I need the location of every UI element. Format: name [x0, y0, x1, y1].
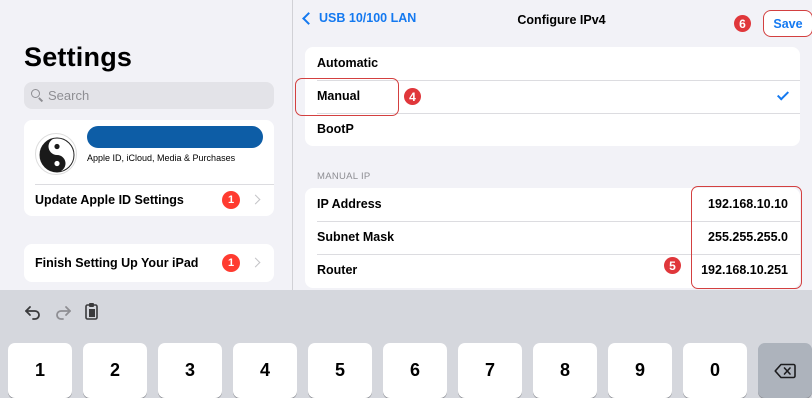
field-label: Router — [317, 263, 358, 277]
option-label: BootP — [317, 122, 354, 136]
finish-setup-label: Finish Setting Up Your iPad — [35, 256, 199, 270]
section-header: MANUAL IP — [317, 171, 371, 182]
search-icon — [31, 89, 44, 102]
navigation-bar: USB 10/100 LAN Configure IPv4 6 Save — [293, 0, 812, 40]
router-row[interactable]: Router 192.168.10.251 — [305, 254, 800, 287]
finish-setup-row[interactable]: Finish Setting Up Your iPad 1 — [24, 244, 274, 282]
ip-address-value[interactable]: 192.168.10.10 — [708, 197, 788, 211]
ip-address-row[interactable]: IP Address 192.168.10.10 — [305, 188, 800, 221]
search-field[interactable]: Search — [24, 82, 274, 109]
field-label: IP Address — [317, 197, 382, 211]
option-bootp[interactable]: BootP — [305, 113, 800, 146]
apple-id-card: Apple ID, iCloud, Media & Purchases Upda… — [24, 120, 274, 216]
delete-key[interactable] — [758, 343, 812, 398]
key-6[interactable]: 6 — [383, 343, 447, 398]
key-4[interactable]: 4 — [233, 343, 297, 398]
key-7[interactable]: 7 — [458, 343, 522, 398]
key-3[interactable]: 3 — [158, 343, 222, 398]
key-8[interactable]: 8 — [533, 343, 597, 398]
annotation-marker-4: 4 — [404, 88, 421, 105]
key-0[interactable]: 0 — [683, 343, 747, 398]
avatar[interactable] — [35, 133, 77, 175]
configure-ipv4-panel: USB 10/100 LAN Configure IPv4 6 Save Aut… — [293, 0, 812, 290]
key-9[interactable]: 9 — [608, 343, 672, 398]
save-button[interactable]: Save — [763, 10, 812, 37]
backspace-icon — [774, 363, 796, 378]
key-1[interactable]: 1 — [8, 343, 72, 398]
redo-icon[interactable] — [54, 304, 72, 320]
option-manual[interactable]: Manual — [305, 80, 800, 113]
search-placeholder: Search — [48, 88, 90, 103]
yin-yang-icon — [39, 137, 75, 173]
account-name-redacted — [87, 126, 263, 148]
annotation-marker-6: 6 — [734, 15, 751, 32]
update-apple-id-label: Update Apple ID Settings — [35, 193, 184, 207]
router-value[interactable]: 192.168.10.251 — [701, 263, 788, 277]
settings-sidebar: Settings Search Apple ID, iCloud, Media … — [0, 0, 292, 290]
notification-badge: 1 — [222, 191, 240, 209]
field-label: Subnet Mask — [317, 230, 395, 244]
chevron-right-icon — [250, 194, 261, 205]
notification-badge: 1 — [222, 254, 240, 272]
option-label: Automatic — [317, 56, 379, 70]
manual-ip-list: IP Address 192.168.10.10 Subnet Mask 255… — [305, 188, 800, 288]
chevron-right-icon — [250, 257, 261, 268]
paste-icon[interactable] — [84, 302, 100, 321]
profile-subtitle: Apple ID, iCloud, Media & Purchases — [87, 153, 236, 163]
annotation-marker-5: 5 — [664, 257, 681, 274]
numeric-keyboard: 1 2 3 4 5 6 7 8 9 0 — [0, 290, 812, 398]
option-label: Manual — [317, 89, 361, 103]
settings-title: Settings — [24, 42, 133, 72]
key-2[interactable]: 2 — [83, 343, 147, 398]
checkmark-icon — [776, 88, 790, 101]
keyboard-toolbar — [0, 290, 812, 330]
option-automatic[interactable]: Automatic — [305, 47, 800, 80]
undo-icon[interactable] — [24, 304, 42, 320]
key-5[interactable]: 5 — [308, 343, 372, 398]
subnet-mask-value[interactable]: 255.255.255.0 — [708, 230, 788, 244]
ipv4-mode-list: Automatic Manual BootP — [305, 47, 800, 146]
subnet-mask-row[interactable]: Subnet Mask 255.255.255.0 — [305, 221, 800, 254]
update-apple-id-row[interactable]: Update Apple ID Settings 1 — [24, 184, 274, 216]
